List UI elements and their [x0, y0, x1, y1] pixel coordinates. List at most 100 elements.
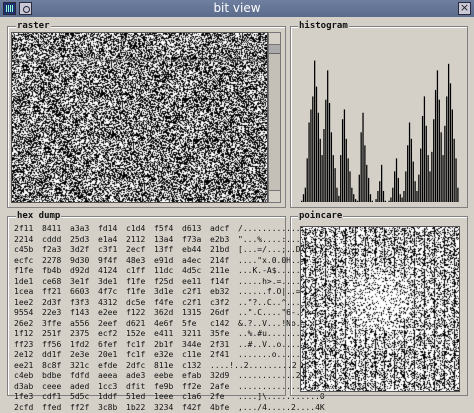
hex-word: 4e6f [154, 319, 182, 330]
hex-word: e32e [154, 350, 182, 361]
hex-row: 2214cddd25d3e1a4211213a4f73ae2b3"...%...… [14, 235, 274, 246]
hex-row: 26e23ffea5562eefd6214e6f5fec142&.?..V...… [14, 319, 274, 330]
hex-row: 2f118411a3a3fd14c1d4f5f4d613adcf/.......… [14, 224, 274, 235]
hex-word: d92d [70, 266, 98, 277]
histogram-bar [383, 191, 384, 203]
histogram-bar [431, 152, 432, 203]
hex-word: f14f [210, 277, 238, 288]
hex-word: fe9b [154, 382, 182, 393]
hex-row: ff23ff561fd26feffc1f2b1f344e2f31..#..V..… [14, 340, 274, 351]
hex-word: 1b22 [126, 403, 154, 413]
histogram-bar [422, 116, 423, 203]
hex-word: fb4b [42, 266, 70, 277]
hex-word: 3d1e [154, 287, 182, 298]
hex-word: 11dc [154, 266, 182, 277]
hex-word: ade3 [126, 371, 154, 382]
hex-word: ff21 [42, 287, 70, 298]
hex-word: f1fe [14, 266, 42, 277]
hex-word: 152e [126, 329, 154, 340]
histogram-bar [349, 171, 350, 203]
histogram-bar [370, 194, 371, 203]
hex-word: 3c8b [98, 403, 126, 413]
bit-view-window: bit view × raster histogram hex dump 2f1… [0, 0, 474, 401]
histogram-bar [409, 123, 410, 204]
hex-word: ee11 [182, 277, 210, 288]
hex-word: 4bfe [210, 403, 238, 413]
hex-word: adcf [210, 224, 238, 235]
histogram-bar [428, 155, 429, 203]
histogram-bar [388, 201, 389, 203]
hex-word: 1cea [14, 287, 42, 298]
hex-word: f73a [182, 235, 210, 246]
hex-word: 2e12 [14, 350, 42, 361]
scrollbar-down-arrow[interactable] [269, 190, 280, 202]
hex-word: 3d2f [70, 245, 98, 256]
histogram-bar [375, 199, 376, 203]
histogram-bar [368, 178, 369, 203]
hex-word: 251f [42, 329, 70, 340]
hex-word: c2f1 [182, 287, 210, 298]
hex-word: f4fe [154, 298, 182, 309]
histogram-bar [301, 201, 302, 203]
hex-word: 2b1f [154, 340, 182, 351]
hex-word: 22e3 [42, 308, 70, 319]
hex-word: 26df [210, 308, 238, 319]
hex-word: fd14 [98, 224, 126, 235]
scrollbar-thumb[interactable] [269, 45, 280, 54]
hex-word: c1ff [126, 266, 154, 277]
hex-word: d621 [126, 319, 154, 330]
hex-word: bdbe [42, 371, 70, 382]
title-bar[interactable]: bit view × [0, 0, 474, 17]
hex-word: 13a4 [154, 235, 182, 246]
hex-word: 3ffe [42, 319, 70, 330]
hex-word: 2dfc [126, 361, 154, 372]
histogram-bar [334, 168, 335, 203]
hex-word: c11e [182, 350, 210, 361]
histogram-bar [437, 70, 438, 203]
hex-word: 3e1f [70, 277, 98, 288]
hex-word: 2f41 [210, 350, 238, 361]
hex-dump-text[interactable]: 2f118411a3a3fd14c1d4f5f4d613adcf/.......… [14, 224, 274, 392]
histogram-bar [357, 201, 358, 203]
hex-row: 1ee22d3ff3f34312dc5ef4fec2f1c3f2.."?..C.… [14, 298, 274, 309]
raster-label: raster [16, 21, 51, 31]
hex-word: a4ec [182, 256, 210, 267]
raster-scrollbar[interactable] [268, 32, 281, 203]
histogram-bar [420, 149, 421, 203]
hex-word: 321c [70, 361, 98, 372]
scrollbar-up-arrow[interactable] [269, 33, 280, 45]
histogram-bar [411, 139, 412, 203]
hex-word: 35fe [210, 329, 238, 340]
hex-word: 21bd [210, 245, 238, 256]
close-button[interactable]: × [458, 2, 471, 15]
raster-view[interactable] [11, 32, 268, 203]
histogram-bar [318, 113, 319, 203]
histogram-bar [374, 202, 375, 203]
histogram-bar [454, 139, 455, 203]
histogram-bar [351, 188, 352, 203]
histogram-bar [312, 96, 313, 203]
histogram-bar [344, 109, 345, 203]
histogram-bar [355, 199, 356, 203]
hex-row: 2cfdffedff2f3c8b1b223234f42f4bfe,.../4..… [14, 403, 274, 413]
hex-word: eebe [154, 371, 182, 382]
hex-word: e2ee [98, 308, 126, 319]
histogram-bar [377, 191, 378, 203]
hex-word: 9d30 [70, 256, 98, 267]
hex-word: 32d9 [210, 371, 238, 382]
histogram-bar [407, 145, 408, 203]
hex-word: 1de1 [14, 277, 42, 288]
histogram-bar [325, 100, 326, 203]
hex-word: d613 [182, 224, 210, 235]
histogram-bar [418, 175, 419, 203]
histogram-bar [450, 83, 451, 203]
hex-word: 8411 [42, 224, 70, 235]
histogram-label: histogram [298, 21, 349, 31]
histogram-bar [320, 139, 321, 203]
hex-word: e91d [154, 256, 182, 267]
histogram-bar [439, 100, 440, 203]
hex-word: c132 [182, 361, 210, 372]
histogram-bar [323, 129, 324, 203]
histogram-bar [338, 196, 339, 203]
hex-word: 344e [182, 340, 210, 351]
